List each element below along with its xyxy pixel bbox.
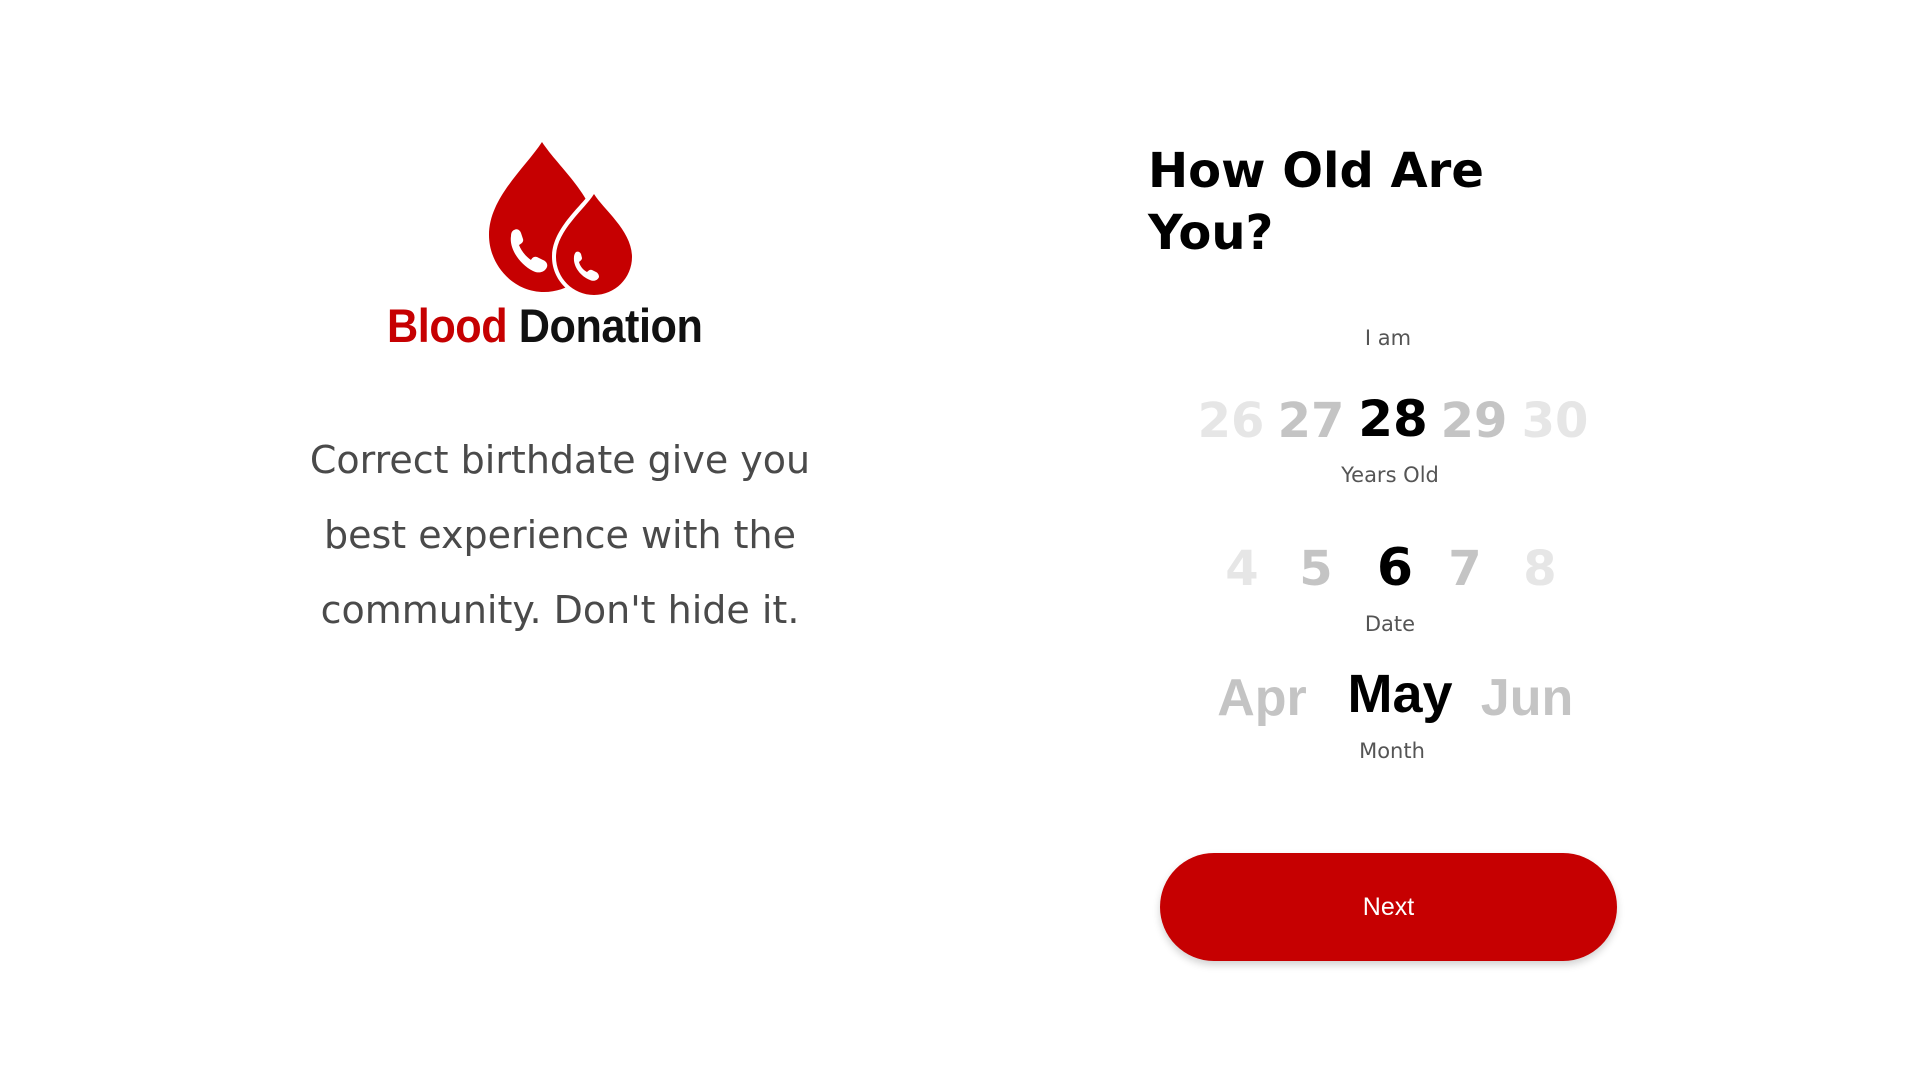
month-caption: Month bbox=[1359, 739, 1425, 763]
blood-drops-phone-icon bbox=[489, 142, 636, 299]
intro-text: Correct birthdate give you best experien… bbox=[260, 423, 860, 648]
intro-line: community. Don't hide it. bbox=[320, 588, 800, 632]
brand-word-blood: Blood bbox=[387, 299, 508, 352]
month-option[interactable]: Jun bbox=[1481, 668, 1573, 728]
intro-line: Correct birthdate give you bbox=[309, 438, 811, 482]
next-button[interactable]: Next bbox=[1160, 853, 1617, 961]
age-option-selected[interactable]: 28 bbox=[1358, 390, 1428, 448]
age-caption: Years Old bbox=[1341, 463, 1439, 487]
date-option[interactable]: 8 bbox=[1523, 541, 1556, 597]
brand-logo: Blood Donation bbox=[387, 140, 733, 355]
date-caption: Date bbox=[1364, 612, 1416, 636]
date-option[interactable]: 4 bbox=[1225, 541, 1258, 597]
age-option[interactable]: 27 bbox=[1278, 393, 1345, 449]
age-option[interactable]: 26 bbox=[1198, 393, 1265, 449]
brand-wordmark: Blood Donation bbox=[387, 298, 705, 353]
intro-line: best experience with the bbox=[323, 513, 797, 557]
month-option[interactable]: Apr bbox=[1217, 668, 1307, 728]
page-title: How Old Are You? bbox=[1148, 140, 1568, 264]
page-title-line: How Old Are bbox=[1148, 143, 1484, 199]
page-title-line: You? bbox=[1148, 205, 1274, 261]
age-prefix-label: I am bbox=[1364, 326, 1412, 350]
date-option[interactable]: 5 bbox=[1299, 541, 1332, 597]
brand-word-donation: Donation bbox=[518, 299, 703, 352]
age-option[interactable]: 30 bbox=[1522, 393, 1589, 449]
date-option-selected[interactable]: 6 bbox=[1377, 538, 1413, 598]
date-option[interactable]: 7 bbox=[1448, 541, 1481, 597]
age-option[interactable]: 29 bbox=[1441, 393, 1508, 449]
month-option-selected[interactable]: May bbox=[1347, 663, 1452, 725]
